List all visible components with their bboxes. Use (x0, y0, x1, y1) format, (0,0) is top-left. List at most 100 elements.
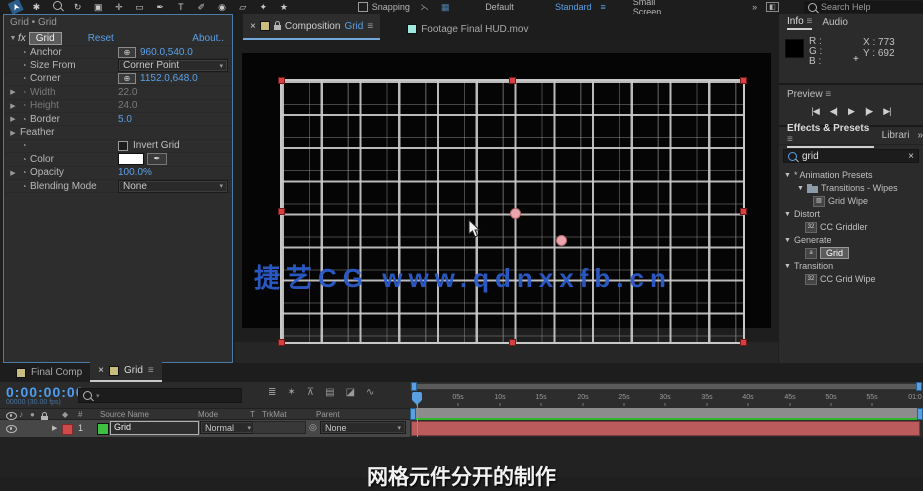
tab-info[interactable]: Info ≡ (787, 16, 812, 30)
eraser-tool[interactable]: ▱ (237, 1, 249, 13)
tab-effects-presets[interactable]: Effects & Presets ≡ (787, 123, 874, 148)
handle-top-right[interactable] (740, 77, 747, 84)
eyedropper-icon[interactable]: ✒ (147, 153, 167, 165)
trkmat-dropdown[interactable] (252, 421, 306, 434)
anchor-point-handle[interactable] (510, 208, 521, 219)
invert-grid-checkbox[interactable] (118, 141, 128, 151)
close-icon[interactable]: × (250, 21, 256, 32)
video-column-icon[interactable] (6, 412, 17, 420)
layer-visibility-toggle[interactable] (6, 425, 17, 433)
tree-generate[interactable]: ▼Generate (784, 234, 831, 246)
expander-icon[interactable]: ▶ (8, 102, 18, 110)
work-area-bar[interactable] (410, 408, 923, 420)
point-picker-icon[interactable]: ⊕ (118, 73, 136, 84)
stopwatch-icon[interactable]: ◔ (18, 61, 30, 70)
handle-mid-right[interactable] (740, 208, 747, 215)
handle-mid-left[interactable] (278, 208, 285, 215)
nav-end-handle[interactable] (916, 382, 922, 391)
last-frame-button[interactable]: ▶| (883, 106, 890, 117)
tree-transitions-wipes[interactable]: ▼Transitions - Wipes (797, 182, 898, 194)
tree-grid-effect[interactable]: a Grid (805, 247, 849, 259)
tree-animation-presets[interactable]: ▼* Animation Presets (784, 169, 872, 181)
t-column-header[interactable]: T (250, 410, 255, 419)
play-button[interactable]: ▶ (848, 106, 854, 117)
expander-icon[interactable]: ▶ (8, 129, 18, 137)
workspace-menu-icon[interactable]: ≡ (600, 2, 605, 12)
stopwatch-icon[interactable]: ◔ (18, 182, 30, 191)
close-icon[interactable]: × (98, 365, 104, 376)
reset-link[interactable]: Reset (88, 33, 114, 44)
layer-mode-dropdown[interactable]: Normal▾ (200, 421, 256, 434)
stopwatch-icon[interactable]: ◔ (18, 155, 30, 164)
blending-mode-dropdown[interactable]: None▾ (118, 180, 228, 193)
nav-start-handle[interactable] (411, 382, 417, 391)
selection-tool[interactable]: ➤ (8, 0, 24, 15)
rotation-tool[interactable]: ↻ (72, 1, 84, 13)
audio-column-icon[interactable]: ♪ (19, 410, 23, 419)
lock-icon[interactable] (274, 25, 281, 30)
workspace-standard[interactable]: Standard (555, 2, 592, 12)
effect-name[interactable]: Grid (29, 32, 62, 45)
hand-tool[interactable]: ✱ (31, 1, 43, 13)
handle-bottom-left[interactable] (278, 339, 285, 346)
pan-behind-tool[interactable]: ✛ (113, 1, 125, 13)
camera-tool[interactable]: ▣ (93, 1, 105, 13)
puppet-pin-tool[interactable]: ★ (278, 1, 290, 13)
tree-transition[interactable]: ▼Transition (784, 260, 833, 272)
shape-tool[interactable]: ▭ (134, 1, 146, 13)
mode-column-header[interactable]: Mode (198, 410, 218, 419)
graph-editor-icon[interactable]: ∿ (366, 387, 374, 398)
tree-distort[interactable]: ▼Distort (784, 208, 820, 220)
about-link[interactable]: About.. (192, 33, 224, 44)
stopwatch-icon[interactable]: ◔ (18, 168, 30, 177)
zoom-tool[interactable] (51, 1, 63, 13)
time-ruler[interactable]: 0s 05s 10s 15s 20s 25s 30s 35s 40s 45s 5… (410, 392, 923, 409)
prev-frame-button[interactable]: ◀| (830, 106, 837, 117)
tab-final-comp[interactable]: Final Comp (8, 363, 90, 382)
snapping-toggle[interactable]: Snapping (358, 2, 410, 12)
layer-name[interactable]: Grid (110, 421, 199, 435)
stopwatch-icon[interactable]: ◔ (18, 115, 30, 124)
roto-brush-tool[interactable]: ✦ (258, 1, 270, 13)
tab-grid-comp[interactable]: × Grid ≡ (90, 361, 162, 382)
layer-parent-dropdown[interactable]: None▾ (320, 421, 406, 434)
trkmat-column-header[interactable]: TrkMat (262, 410, 287, 419)
timeline-search-field[interactable]: ▾ (78, 388, 242, 403)
layer-label-chip[interactable] (62, 424, 73, 435)
color-swatch[interactable] (118, 153, 144, 165)
tab-libraries[interactable]: Librari (882, 130, 910, 141)
expander-icon[interactable]: ▶ (8, 88, 18, 96)
layer-duration-bar[interactable] (411, 421, 920, 436)
work-area-end-handle[interactable] (917, 408, 923, 420)
expander-icon[interactable]: ▼ (8, 35, 18, 42)
handle-top-center[interactable] (509, 77, 516, 84)
comp-flowchart-icon[interactable]: ≣ (268, 387, 276, 398)
number-column-header[interactable]: # (78, 410, 82, 419)
work-area-start-handle[interactable] (410, 408, 416, 420)
opacity-value[interactable]: 100.0% (118, 167, 152, 178)
timeline-navigator-bar[interactable] (410, 383, 923, 390)
parent-pickwhip-icon[interactable]: ◎ (309, 422, 317, 433)
solo-column-icon[interactable]: ● (30, 410, 35, 419)
stopwatch-icon[interactable]: ◔ (18, 74, 30, 83)
tree-cc-grid-wipe[interactable]: 32CC Grid Wipe (805, 273, 876, 285)
snap-options-icon[interactable]: ⋋ (419, 1, 431, 13)
next-frame-button[interactable]: |▶ (865, 106, 872, 117)
stopwatch-icon[interactable]: ◔ (18, 48, 30, 57)
brush-tool[interactable]: ✐ (196, 1, 208, 13)
tree-cc-griddler[interactable]: 32CC Griddler (805, 221, 868, 233)
stopwatch-icon[interactable]: ◔ (18, 141, 30, 150)
clone-stamp-tool[interactable]: ◉ (216, 1, 228, 13)
grid-effect-layer[interactable] (280, 79, 745, 344)
current-timecode[interactable]: 0:00:00:00 (6, 384, 85, 400)
shy-layers-icon[interactable]: ⊼ (307, 387, 314, 398)
effects-search-field[interactable]: grid × (783, 149, 919, 163)
border-value[interactable]: 5.0 (118, 114, 132, 125)
handle-top-left[interactable] (278, 77, 285, 84)
tab-audio[interactable]: Audio (822, 17, 848, 28)
panel-menu-icon[interactable]: ≡ (787, 134, 793, 145)
snap-grid-icon[interactable]: ▦ (439, 1, 451, 13)
panel-menu-icon[interactable]: ≡ (825, 89, 831, 100)
search-help-field[interactable]: Search Help (804, 1, 923, 13)
frame-blend-icon[interactable]: ▤ (325, 387, 334, 398)
